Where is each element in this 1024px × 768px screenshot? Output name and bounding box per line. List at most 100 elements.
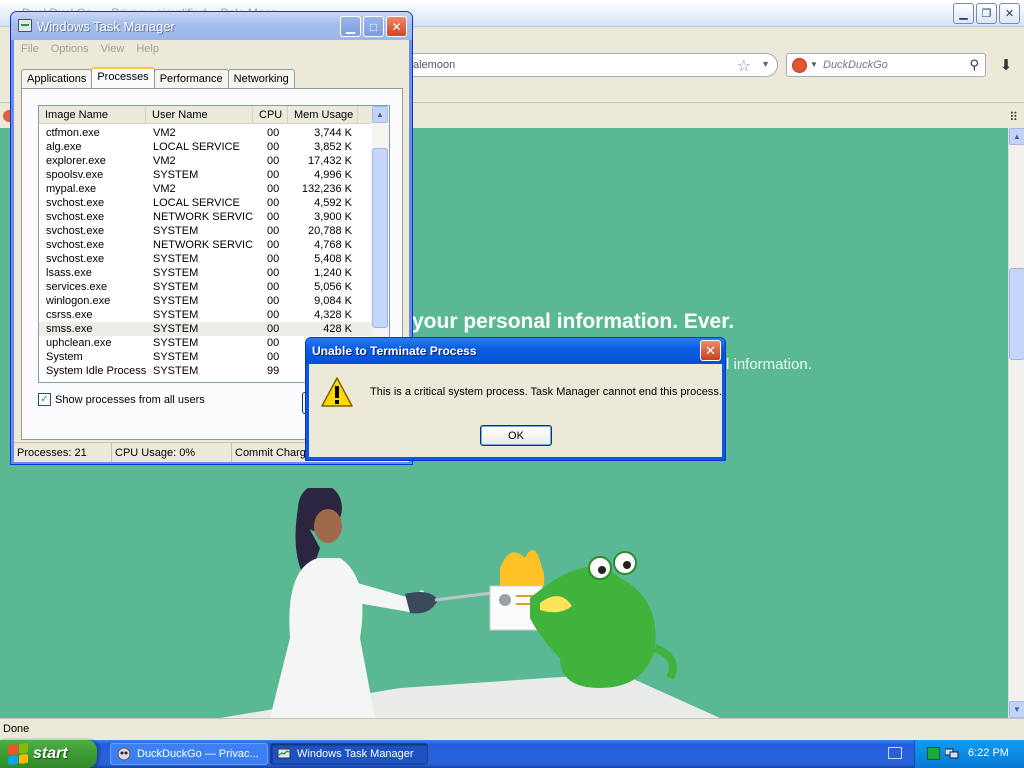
process-user-name: SYSTEM (153, 225, 199, 237)
process-image-name: uphclean.exe (46, 337, 112, 349)
browser-restore-button[interactable]: ❐ (976, 3, 997, 24)
process-image-name: svchost.exe (46, 197, 105, 209)
tab-processes[interactable]: Processes (91, 67, 155, 88)
status-cpu-usage: CPU Usage: 0% (112, 443, 232, 462)
search-icon[interactable]: ⚲ (969, 57, 979, 73)
menu-view[interactable]: View (95, 40, 131, 60)
scroll-up-button[interactable]: ▲ (1009, 128, 1024, 145)
process-image-name: lsass.exe (46, 267, 92, 279)
bookmark-star-icon[interactable]: ☆ (737, 56, 751, 76)
table-row[interactable]: svchost.exe SYSTEM 00 5,408 K (39, 252, 373, 266)
system-tray: 6:22 PM (914, 740, 1024, 768)
table-row[interactable]: mypal.exe VM2 00 132,236 K (39, 182, 373, 196)
menu-file[interactable]: File (15, 40, 45, 60)
download-icon[interactable]: ⬇ (992, 53, 1020, 77)
taskbar-item-task-manager[interactable]: Windows Task Manager (270, 743, 428, 765)
process-image-name: svchost.exe (46, 239, 105, 251)
tab-applications[interactable]: Applications (21, 69, 93, 88)
tab-networking[interactable]: Networking (227, 69, 295, 88)
task-manager-tray-icon[interactable] (927, 747, 940, 760)
search-input[interactable]: DuckDuckGo (823, 59, 888, 71)
column-header-mem-usage[interactable]: Mem Usage (288, 106, 358, 124)
show-all-processes-option[interactable]: ✓ Show processes from all users (38, 393, 205, 406)
taskbar: start DuckDuckGo — Privac... Windows Tas… (0, 740, 1024, 768)
taskbar-item-browser[interactable]: DuckDuckGo — Privac... (110, 743, 268, 765)
process-mem-usage: 4,996 K (314, 169, 352, 181)
process-mem-usage: 1,240 K (314, 267, 352, 279)
process-user-name: SYSTEM (153, 267, 199, 279)
table-row[interactable]: explorer.exe VM2 00 17,432 K (39, 154, 373, 168)
task-manager-minimize-button[interactable]: ▁ (340, 16, 361, 37)
process-image-name: ctfmon.exe (46, 127, 100, 139)
table-row[interactable]: ctfmon.exe VM2 00 3,744 K (39, 126, 373, 140)
process-cpu: 00 (267, 239, 280, 251)
process-user-name: SYSTEM (153, 309, 199, 321)
network-icon[interactable] (944, 747, 959, 760)
start-button[interactable]: start (0, 740, 97, 768)
table-row[interactable]: spoolsv.exe SYSTEM 00 4,996 K (39, 168, 373, 182)
table-row[interactable]: svchost.exe NETWORK SERVICE 00 3,900 K (39, 210, 373, 224)
menu-options[interactable]: Options (45, 40, 95, 60)
browser-minimize-button[interactable]: ▁ (953, 3, 974, 24)
table-row[interactable]: services.exe SYSTEM 00 5,056 K (39, 280, 373, 294)
process-cpu: 00 (267, 253, 280, 265)
process-mem-usage: 5,056 K (314, 281, 352, 293)
process-user-name: SYSTEM (153, 295, 199, 307)
process-mem-usage: 20,788 K (307, 225, 352, 237)
table-row[interactable]: csrss.exe SYSTEM 00 4,328 K (39, 308, 373, 322)
table-row[interactable]: lsass.exe SYSTEM 00 1,240 K (39, 266, 373, 280)
page-scrollbar[interactable]: ▲ ▼ (1008, 128, 1024, 718)
table-row[interactable]: winlogon.exe SYSTEM 00 9,084 K (39, 294, 373, 308)
scroll-thumb[interactable] (1009, 268, 1024, 360)
process-cpu: 00 (267, 225, 280, 237)
process-scroll-up-button[interactable]: ▲ (372, 106, 388, 123)
process-mem-usage: 9,084 K (314, 295, 352, 307)
table-row[interactable]: svchost.exe LOCAL SERVICE 00 4,592 K (39, 196, 373, 210)
search-engine-dropdown-icon[interactable]: ▼ (810, 60, 818, 69)
task-manager-maximize-button[interactable]: □ (363, 16, 384, 37)
process-scroll-thumb[interactable] (372, 148, 388, 328)
process-cpu: 00 (267, 267, 280, 279)
table-row[interactable]: alg.exe LOCAL SERVICE 00 3,852 K (39, 140, 373, 154)
column-header-cpu[interactable]: CPU (253, 106, 288, 124)
task-manager-close-button[interactable]: ✕ (386, 16, 407, 37)
process-cpu: 00 (267, 141, 280, 153)
search-engine-icon[interactable] (792, 58, 807, 73)
error-dialog-close-button[interactable]: ✕ (700, 340, 721, 361)
table-row[interactable]: svchost.exe NETWORK SERVICE 00 4,768 K (39, 238, 373, 252)
ok-button[interactable]: OK (480, 425, 552, 446)
error-dialog-message: This is a critical system process. Task … (370, 386, 722, 398)
search-bar[interactable]: ▼ DuckDuckGo ⚲ (786, 53, 986, 77)
column-header-image-name[interactable]: Image Name (39, 106, 146, 124)
process-cpu: 00 (267, 183, 280, 195)
tab-performance[interactable]: Performance (153, 69, 229, 88)
scroll-down-button[interactable]: ▼ (1009, 701, 1024, 718)
show-all-processes-checkbox[interactable]: ✓ (38, 393, 51, 406)
page-headline: your personal information. Ever. (412, 310, 735, 333)
column-header-user-name[interactable]: User Name (146, 106, 253, 124)
browser-close-button[interactable]: ✕ (999, 3, 1020, 24)
process-user-name: NETWORK SERVICE (153, 211, 253, 223)
task-manager-app-icon (277, 748, 291, 759)
process-list-header: Image Name User Name CPU Mem Usage (39, 106, 373, 124)
process-mem-usage: 5,408 K (314, 253, 352, 265)
process-user-name: VM2 (153, 183, 176, 195)
task-manager-titlebar[interactable]: Windows Task Manager ▁ □ ✕ (11, 12, 412, 40)
grid-menu-icon[interactable]: ⠿ (1009, 110, 1018, 124)
browser-status-bar: Done (0, 718, 1024, 740)
table-row[interactable]: smss.exe SYSTEM 00 428 K (39, 322, 373, 336)
table-row[interactable]: svchost.exe SYSTEM 00 20,788 K (39, 224, 373, 238)
task-manager-menubar: File Options View Help (15, 40, 410, 60)
process-image-name: alg.exe (46, 141, 82, 153)
error-dialog-titlebar[interactable]: Unable to Terminate Process ✕ (306, 338, 725, 364)
clock: 6:22 PM (968, 747, 1009, 759)
process-mem-usage: 3,744 K (314, 127, 352, 139)
menu-help[interactable]: Help (130, 40, 165, 60)
keyboard-icon[interactable] (888, 747, 902, 759)
url-dropdown-icon[interactable]: ▼ (761, 59, 770, 69)
process-image-name: svchost.exe (46, 253, 105, 265)
windows-logo-icon (8, 742, 28, 766)
process-user-name: NETWORK SERVICE (153, 239, 253, 251)
process-image-name: svchost.exe (46, 211, 105, 223)
process-cpu: 00 (267, 127, 280, 139)
